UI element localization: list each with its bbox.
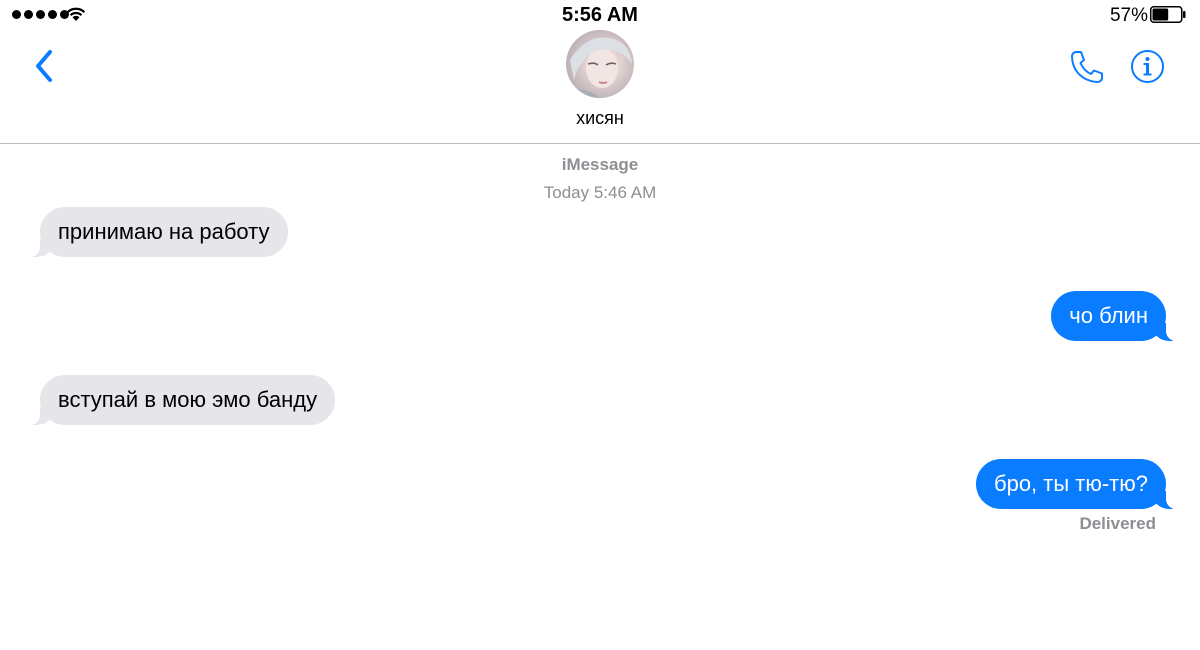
contact-avatar[interactable] [566,30,634,98]
message-text: бро, ты тю-тю? [993,471,1148,496]
battery-percent: 57% [1109,5,1148,26]
chevron-left-icon[interactable] [30,46,60,86]
messages-screen: 5:56 AM 57% хисян iMessage Today 5:46 AM… [0,0,1200,650]
info-icon[interactable] [1130,49,1165,84]
status-time: 5:56 AM [562,4,638,26]
message-thread: iMessage Today 5:46 AM принимаю на работ… [0,145,1200,650]
thread-timestamp: Today 5:46 AM [543,183,657,202]
message-bubble-outgoing[interactable]: чо блин [1051,291,1178,341]
status-bar: 5:56 AM 57% [0,0,1200,30]
message-text: принимаю на работу [58,219,270,244]
phone-icon[interactable] [1068,48,1106,86]
conversation-header: хисян [0,30,1200,144]
delivery-status: Delivered [1079,514,1156,533]
service-label: iMessage [561,155,639,174]
contact-name[interactable]: хисян [0,108,1200,129]
battery-icon [1150,6,1186,23]
message-bubble-outgoing[interactable]: бро, ты тю-тю? [975,459,1179,509]
message-text: чо блин [1069,303,1148,328]
message-text: вступай в мою эмо банду [58,387,318,412]
message-bubble-incoming[interactable]: вступай в мою эмо банду [27,375,336,425]
message-bubble-incoming[interactable]: принимаю на работу [28,207,288,257]
